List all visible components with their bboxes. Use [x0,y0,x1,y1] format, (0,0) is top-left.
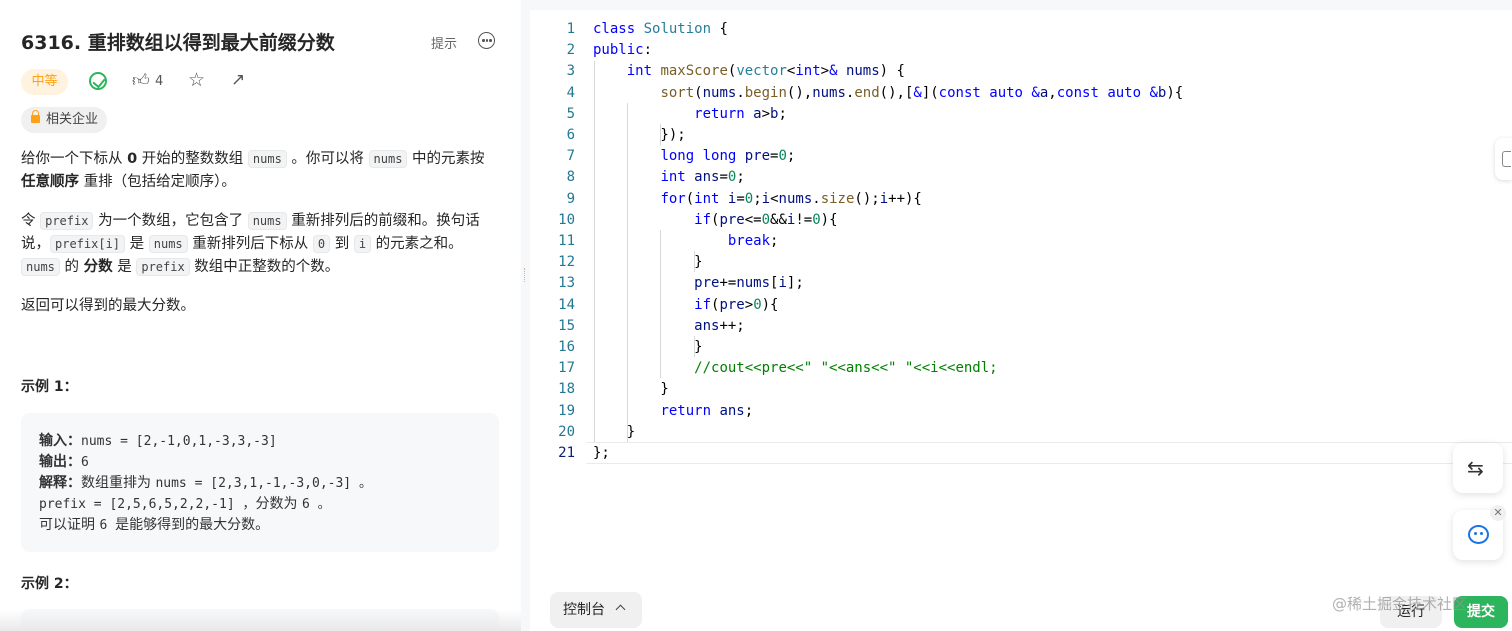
watermark: @稀土掘金技术社区 [1332,595,1468,613]
desc-paragraph-3: 返回可以得到的最大分数。 [21,298,195,314]
code-line: }); [593,127,686,143]
code-line: if(pre>0){ [694,296,779,313]
code-line: int maxScore(vector<int>& nums) { [626,63,905,80]
desc-paragraph-2: 令 prefix 为一个数组，它包含了 nums 重新排列后的前缀和。换句话说，… [21,212,480,276]
line-number: 19 [558,402,575,419]
code-line: return ans; [660,402,754,419]
line-number: 10 [558,211,575,228]
app-root: 6316. 重排数组以得到最大前缀分数 提示 中等 👍︎ 4 ☆ ↗ 相关企业 … [0,0,1512,631]
panel-resize-handle[interactable] [521,0,530,631]
console-label: 控制台 [563,602,605,618]
problem-title: 6316. 重排数组以得到最大前缀分数 [21,32,335,54]
side-panel-toggle[interactable] [1495,138,1512,180]
line-number: 5 [566,105,575,122]
hint-button[interactable]: 提示 [431,33,457,52]
editor-top-gap [530,0,1512,10]
code-line: long long pre=0; [660,148,796,165]
problem-description: 给你一个下标从 0 开始的整数数组 nums 。你可以将 nums 中的元素按 … [21,148,499,334]
line-number: 12 [558,254,575,271]
line-number: 7 [566,148,575,165]
line-number-current: 21 [558,445,575,461]
close-icon[interactable]: ✕ [1490,505,1506,521]
line-number: 11 [558,233,575,249]
code-line: } [593,254,703,271]
reset-arrows-icon: ⇆ [1467,456,1484,480]
code-line: int ans=0; [660,169,745,186]
code-editor[interactable]: 1 2 3 4 5 6 7 8 9 10 11 12 13 14 15 16 1… [530,10,1512,631]
code-line: pre+=nums[i]; [694,275,804,292]
line-number: 4 [566,84,575,101]
example-1-title: 示例 1： [21,379,78,395]
desc-paragraph-1: 给你一个下标从 0 开始的整数数组 nums 。你可以将 nums 中的元素按 … [21,150,485,190]
example-2-title: 示例 2： [21,576,78,592]
line-number: 16 [558,339,575,355]
line-number: 1 [566,21,575,37]
more-options-icon[interactable] [478,32,495,49]
line-number: 8 [566,169,575,186]
company-tag[interactable]: 相关企业 [21,107,108,133]
panel-bottom-fade [0,610,521,631]
problem-panel: 6316. 重排数组以得到最大前缀分数 提示 中等 👍︎ 4 ☆ ↗ 相关企业 … [0,0,521,631]
company-tag-label: 相关企业 [46,112,99,127]
line-number: 13 [558,275,575,292]
line-number: 9 [566,190,575,207]
solved-check-icon [89,72,107,90]
line-number: 17 [558,360,575,377]
code-line: break; [727,233,779,249]
code-line: class Solution { [593,21,728,37]
line-number: 18 [558,381,575,398]
line-number: 6 [566,127,575,143]
code-line: return a>b; [694,105,787,122]
line-number: 3 [566,63,575,80]
line-number: 20 [558,423,575,440]
code-line: for(int i=0;i<nums.size();i++){ [660,190,922,207]
code-line: sort(nums.begin(),nums.end(),[&](const a… [660,84,1184,101]
chevron-up-icon [615,604,626,615]
difficulty-badge: 中等 [21,69,68,95]
code-line: ans++; [694,317,745,334]
code-line: } [593,423,636,440]
chat-smile-icon [1468,525,1489,544]
code-line: public: [593,42,653,59]
thumbs-up-icon[interactable]: 👍︎ [132,70,150,91]
current-line-highlight [586,442,1512,464]
star-icon[interactable]: ☆ [188,69,205,91]
line-number: 2 [566,42,575,59]
share-icon[interactable]: ↗ [231,70,245,90]
example-1-box: 输入：nums = [2,-1,0,1,-3,3,-3] 输出：6 解释：数组重… [21,413,499,552]
line-number: 15 [558,317,575,334]
line-number: 14 [558,296,575,313]
like-count: 4 [155,74,164,89]
code-line: }; [593,445,610,461]
code-line: if(pre<=0&&i!=0){ [694,211,838,228]
code-line: } [593,339,703,355]
code-line: } [593,381,669,398]
code-line: //cout<<pre<<" "<<ans<<" "<<i<<endl; [694,360,998,377]
reset-code-button[interactable]: ⇆ [1453,443,1503,493]
panel-icon [1502,151,1511,167]
lock-icon [31,110,40,123]
console-button[interactable]: 控制台 [550,592,642,628]
